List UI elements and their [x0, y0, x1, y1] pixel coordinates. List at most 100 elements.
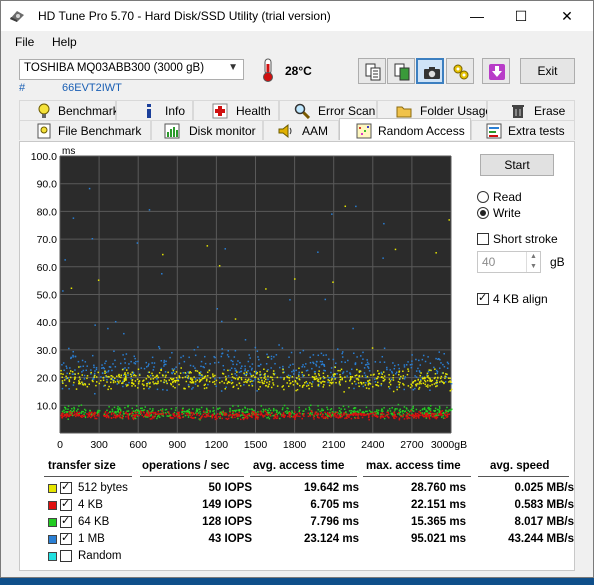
scatter-point	[112, 412, 115, 415]
copy-screenshot-button[interactable]	[387, 58, 415, 84]
scatter-point	[267, 356, 269, 359]
scatter-point	[194, 380, 197, 383]
tab-folder-usage[interactable]: Folder Usage	[377, 100, 492, 120]
save-button[interactable]	[482, 58, 510, 84]
series-checkbox[interactable]	[60, 497, 72, 511]
scatter-point	[355, 374, 358, 376]
read-radio[interactable]: Read	[477, 190, 522, 204]
stroke-size-spinner[interactable]: 40 ▲ ▼	[477, 251, 541, 273]
scatter-point	[346, 414, 349, 416]
scatter-point	[347, 406, 350, 408]
spinner-arrows-icon[interactable]: ▲ ▼	[526, 252, 540, 272]
read-radio-dot[interactable]	[477, 191, 489, 203]
scatter-point	[217, 413, 219, 415]
close-button[interactable]: ✕	[544, 1, 590, 31]
start-button[interactable]: Start	[480, 154, 554, 176]
exit-button[interactable]: Exit	[520, 58, 575, 84]
scatter-point	[398, 386, 401, 388]
scatter-point	[114, 377, 116, 380]
scatter-point	[295, 369, 297, 372]
scatter-point	[69, 372, 71, 375]
series-checkbox[interactable]	[60, 514, 72, 528]
scatter-point	[194, 378, 197, 380]
scatter-point	[222, 364, 225, 367]
tab-benchmark[interactable]: Benchmark	[19, 100, 119, 120]
tab-info[interactable]: Info	[116, 100, 193, 120]
copy-text-button[interactable]	[358, 58, 386, 84]
scatter-point	[170, 383, 173, 386]
scatter-point	[171, 351, 173, 354]
scatter-point	[363, 411, 365, 414]
scatter-point	[435, 369, 438, 372]
scatter-point	[97, 413, 100, 415]
scatter-point	[317, 383, 320, 386]
scatter-point	[145, 377, 148, 380]
write-radio[interactable]: Write	[477, 206, 521, 220]
write-radio-dot[interactable]	[477, 207, 489, 219]
scatter-point	[84, 411, 86, 414]
scatter-point	[286, 375, 288, 378]
maximize-button[interactable]: ☐	[498, 1, 544, 31]
scatter-point	[371, 415, 374, 417]
minimize-button[interactable]: —	[454, 1, 500, 31]
series-checkbox[interactable]	[60, 550, 72, 562]
x-tick-label: 600	[129, 439, 147, 451]
scatter-point	[381, 355, 384, 358]
scatter-point	[257, 381, 260, 383]
tab-random-access[interactable]: Random Access	[339, 118, 471, 140]
short-stroke-check[interactable]	[477, 233, 489, 245]
menu-help[interactable]: Help	[52, 35, 77, 49]
scatter-point	[225, 378, 228, 380]
scatter-point	[418, 414, 420, 416]
scatter-point	[112, 363, 114, 365]
scatter-point	[75, 415, 77, 418]
series-checkbox[interactable]	[60, 531, 72, 545]
scatter-point	[401, 411, 404, 413]
series-checkbox[interactable]	[60, 480, 72, 494]
scatter-point	[414, 387, 416, 390]
scatter-point	[429, 412, 432, 415]
scatter-point	[405, 364, 408, 366]
disk-monitor-icon	[164, 123, 180, 139]
align-check[interactable]	[477, 291, 489, 305]
scatter-point	[257, 416, 260, 418]
scatter-point	[194, 383, 197, 385]
scatter-point	[219, 381, 221, 384]
scatter-point	[414, 375, 416, 377]
tab-error-scan[interactable]: Error Scan	[279, 100, 377, 120]
cell-avg: 6.705 ms	[310, 499, 359, 511]
tab-aam[interactable]: AAM	[263, 120, 339, 140]
scatter-point	[299, 415, 301, 418]
scatter-point	[229, 407, 231, 410]
scatter-point	[218, 407, 221, 409]
tab-health[interactable]: Health	[193, 100, 279, 120]
options-button[interactable]	[446, 58, 474, 84]
tab-erase[interactable]: Erase	[487, 100, 575, 120]
tab-file-benchmark[interactable]: File Benchmark	[19, 120, 151, 140]
scatter-point	[142, 384, 145, 387]
scatter-point	[365, 376, 367, 379]
scatter-point	[93, 366, 95, 369]
menu-file[interactable]: File	[15, 35, 34, 49]
drive-select[interactable]: TOSHIBA MQ03ABB300 (3000 gB) ▼	[19, 59, 244, 80]
desktop-strip	[0, 578, 594, 585]
scatter-point	[284, 411, 287, 413]
scatter-point	[253, 411, 255, 414]
scatter-point	[95, 417, 98, 420]
scatter-point	[234, 318, 237, 320]
scatter-point	[187, 375, 190, 377]
title-bar[interactable]: HD Tune Pro 5.70 - Hard Disk/SSD Utility…	[1, 1, 593, 31]
scatter-point	[429, 385, 431, 387]
scatter-point	[354, 362, 357, 365]
tab-extra-tests[interactable]: Extra tests	[471, 120, 575, 140]
scatter-point	[312, 361, 314, 364]
scatter-point	[70, 414, 72, 416]
short-stroke-checkbox[interactable]: Short stroke	[477, 232, 558, 246]
random-access-icon	[356, 123, 372, 139]
scatter-point	[441, 410, 444, 412]
screenshot-button[interactable]	[416, 58, 444, 84]
tab-disk-monitor[interactable]: Disk monitor	[151, 120, 263, 140]
scatter-point	[61, 415, 64, 417]
scatter-point	[293, 373, 295, 375]
align-checkbox[interactable]: 4 KB align	[477, 291, 548, 306]
